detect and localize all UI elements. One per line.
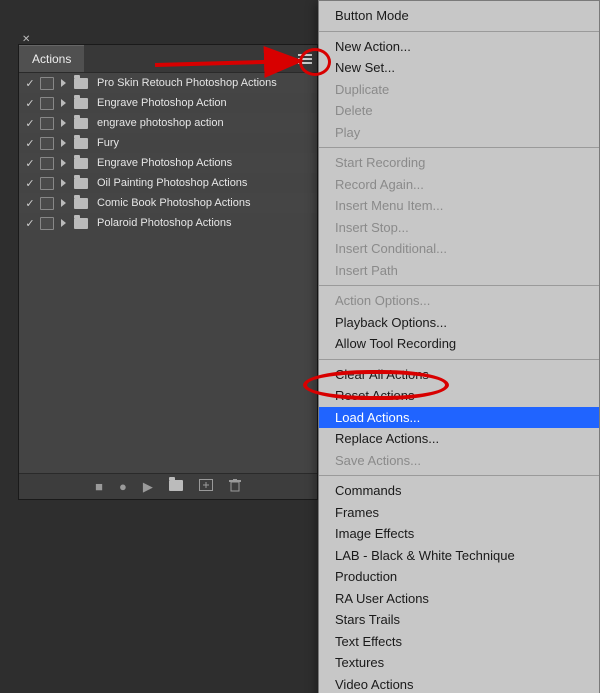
folder-icon bbox=[74, 78, 88, 89]
action-set-row[interactable]: ✓ Fury bbox=[19, 133, 317, 153]
menu-item[interactable]: Replace Actions... bbox=[319, 428, 599, 450]
toggle-check-icon[interactable]: ✓ bbox=[25, 77, 35, 90]
menu-item: Start Recording bbox=[319, 152, 599, 174]
disclosure-triangle-icon[interactable] bbox=[61, 119, 66, 127]
disclosure-triangle-icon[interactable] bbox=[61, 99, 66, 107]
dialog-toggle-icon[interactable] bbox=[40, 117, 54, 130]
action-set-label: Pro Skin Retouch Photoshop Actions bbox=[97, 77, 277, 89]
disclosure-triangle-icon[interactable] bbox=[61, 159, 66, 167]
menu-item[interactable]: New Set... bbox=[319, 57, 599, 79]
menu-item: Insert Stop... bbox=[319, 217, 599, 239]
disclosure-triangle-icon[interactable] bbox=[61, 219, 66, 227]
action-set-row[interactable]: ✓ engrave photoshop action bbox=[19, 113, 317, 133]
action-set-label: engrave photoshop action bbox=[97, 117, 224, 129]
folder-icon bbox=[74, 158, 88, 169]
menu-item[interactable]: Image Effects bbox=[319, 523, 599, 545]
dialog-toggle-icon[interactable] bbox=[40, 177, 54, 190]
toggle-check-icon[interactable]: ✓ bbox=[25, 197, 35, 210]
menu-item[interactable]: Allow Tool Recording bbox=[319, 333, 599, 355]
dialog-toggle-icon[interactable] bbox=[40, 77, 54, 90]
menu-item[interactable]: Frames bbox=[319, 502, 599, 524]
panel-tab-bar: Actions bbox=[19, 45, 317, 73]
menu-item: Delete bbox=[319, 100, 599, 122]
folder-icon bbox=[74, 118, 88, 129]
new-action-icon[interactable] bbox=[199, 479, 213, 494]
menu-item: Record Again... bbox=[319, 174, 599, 196]
menu-item[interactable]: Commands bbox=[319, 480, 599, 502]
action-set-label: Comic Book Photoshop Actions bbox=[97, 197, 250, 209]
toggle-check-icon[interactable]: ✓ bbox=[25, 97, 35, 110]
panel-body: ✓ Pro Skin Retouch Photoshop Actions ✓ Engr… bbox=[19, 73, 317, 473]
menu-separator bbox=[319, 31, 599, 32]
menu-item[interactable]: Reset Actions bbox=[319, 385, 599, 407]
action-set-row[interactable]: ✓ Engrave Photoshop Action bbox=[19, 93, 317, 113]
stop-icon[interactable]: ■ bbox=[95, 479, 103, 494]
trash-icon[interactable] bbox=[229, 479, 241, 495]
menu-item: Save Actions... bbox=[319, 450, 599, 472]
menu-item: Play bbox=[319, 122, 599, 144]
dialog-toggle-icon[interactable] bbox=[40, 217, 54, 230]
toggle-check-icon[interactable]: ✓ bbox=[25, 177, 35, 190]
dialog-toggle-icon[interactable] bbox=[40, 197, 54, 210]
menu-separator bbox=[319, 475, 599, 476]
toggle-check-icon[interactable]: ✓ bbox=[25, 137, 35, 150]
folder-icon bbox=[74, 218, 88, 229]
dialog-toggle-icon[interactable] bbox=[40, 97, 54, 110]
new-set-icon[interactable] bbox=[169, 479, 183, 494]
disclosure-triangle-icon[interactable] bbox=[61, 179, 66, 187]
menu-separator bbox=[319, 147, 599, 148]
action-set-list: ✓ Pro Skin Retouch Photoshop Actions ✓ Engr… bbox=[19, 73, 317, 233]
action-set-row[interactable]: ✓ Pro Skin Retouch Photoshop Actions bbox=[19, 73, 317, 93]
hamburger-icon bbox=[298, 54, 312, 64]
menu-item: Insert Path bbox=[319, 260, 599, 282]
menu-item[interactable]: Video Actions bbox=[319, 674, 599, 693]
tab-actions[interactable]: Actions bbox=[19, 45, 84, 72]
record-icon[interactable]: ● bbox=[119, 479, 127, 494]
tab-label: Actions bbox=[32, 52, 71, 66]
folder-icon bbox=[74, 98, 88, 109]
dialog-toggle-icon[interactable] bbox=[40, 157, 54, 170]
menu-item: Insert Conditional... bbox=[319, 238, 599, 260]
menu-item[interactable]: RA User Actions bbox=[319, 588, 599, 610]
action-set-row[interactable]: ✓ Polaroid Photoshop Actions bbox=[19, 213, 317, 233]
action-set-row[interactable]: ✓ Oil Painting Photoshop Actions bbox=[19, 173, 317, 193]
menu-item: Action Options... bbox=[319, 290, 599, 312]
menu-item[interactable]: Clear All Actions bbox=[319, 364, 599, 386]
menu-item[interactable]: Textures bbox=[319, 652, 599, 674]
menu-item[interactable]: Stars Trails bbox=[319, 609, 599, 631]
menu-item[interactable]: Text Effects bbox=[319, 631, 599, 653]
action-set-label: Fury bbox=[97, 137, 119, 149]
action-set-row[interactable]: ✓ Engrave Photoshop Actions bbox=[19, 153, 317, 173]
disclosure-triangle-icon[interactable] bbox=[61, 139, 66, 147]
menu-separator bbox=[319, 285, 599, 286]
panel-flyout-menu: Button Mode New Action...New Set...Duplic… bbox=[318, 0, 600, 693]
folder-icon bbox=[74, 178, 88, 189]
disclosure-triangle-icon[interactable] bbox=[61, 199, 66, 207]
toggle-check-icon[interactable]: ✓ bbox=[25, 157, 35, 170]
menu-item[interactable]: LAB - Black & White Technique bbox=[319, 545, 599, 567]
panel-menu-button[interactable] bbox=[293, 45, 317, 72]
toggle-check-icon[interactable]: ✓ bbox=[25, 117, 35, 130]
menu-item[interactable]: Production bbox=[319, 566, 599, 588]
disclosure-triangle-icon[interactable] bbox=[61, 79, 66, 87]
action-set-label: Oil Painting Photoshop Actions bbox=[97, 177, 247, 189]
menu-item[interactable]: Button Mode bbox=[319, 5, 599, 27]
folder-icon bbox=[74, 198, 88, 209]
play-icon[interactable]: ▶ bbox=[143, 479, 153, 495]
menu-item: Duplicate bbox=[319, 79, 599, 101]
panel-footer: ■ ● ▶ bbox=[19, 473, 317, 499]
action-set-label: Polaroid Photoshop Actions bbox=[97, 217, 232, 229]
action-set-label: Engrave Photoshop Action bbox=[97, 97, 227, 109]
menu-separator bbox=[319, 359, 599, 360]
toggle-check-icon[interactable]: ✓ bbox=[25, 217, 35, 230]
action-set-row[interactable]: ✓ Comic Book Photoshop Actions bbox=[19, 193, 317, 213]
menu-item[interactable]: Playback Options... bbox=[319, 312, 599, 334]
folder-icon bbox=[74, 138, 88, 149]
dialog-toggle-icon[interactable] bbox=[40, 137, 54, 150]
action-set-label: Engrave Photoshop Actions bbox=[97, 157, 232, 169]
actions-panel: Actions ✓ Pro Skin Retouch Photoshop Acti… bbox=[18, 44, 318, 500]
menu-item: Insert Menu Item... bbox=[319, 195, 599, 217]
menu-item[interactable]: New Action... bbox=[319, 36, 599, 58]
menu-item[interactable]: Load Actions... bbox=[319, 407, 599, 429]
